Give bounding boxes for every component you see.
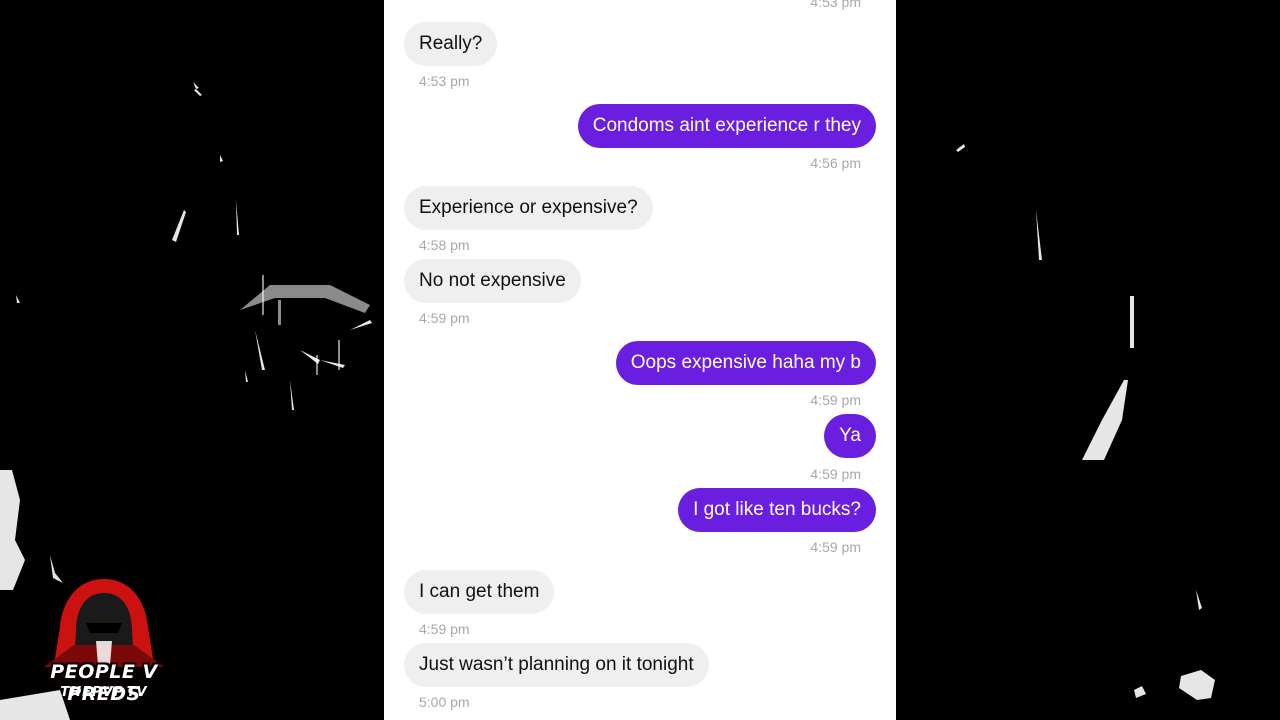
incoming-message[interactable]: Experience or expensive? bbox=[404, 186, 653, 230]
grunge-texture-right bbox=[956, 144, 1215, 700]
watermark-site: THEPVP.TV bbox=[60, 685, 148, 700]
right-backdrop bbox=[896, 0, 1280, 720]
watermark-logo: PEOPLE V PREDS THEPVP.TV bbox=[14, 575, 200, 715]
video-frame: PEOPLE V PREDS THEPVP.TV 4:53 pm Really? 4… bbox=[0, 0, 1280, 720]
message-timestamp: 4:53 pm bbox=[419, 73, 470, 89]
hooded-figure-icon bbox=[44, 579, 164, 667]
outgoing-message[interactable]: Condoms aint experience r they bbox=[577, 104, 876, 148]
message-timestamp: 4:56 pm bbox=[810, 155, 861, 171]
message-timestamp: 4:59 pm bbox=[419, 621, 470, 637]
outgoing-message[interactable]: I got like ten bucks? bbox=[678, 488, 876, 532]
incoming-message[interactable]: Just wasn’t planning on it tonight bbox=[404, 643, 709, 687]
outgoing-message[interactable]: Oops expensive haha my b bbox=[615, 341, 876, 385]
message-timestamp: 5:00 pm bbox=[419, 694, 470, 710]
message-timestamp: 4:53 pm bbox=[810, 0, 861, 10]
message-timestamp: 4:59 pm bbox=[810, 392, 861, 408]
incoming-message[interactable]: I can get them bbox=[404, 570, 555, 614]
chat-panel[interactable]: 4:53 pm Really? 4:53 pm Condoms aint experi… bbox=[384, 0, 896, 720]
message-timestamp: 4:59 pm bbox=[419, 310, 470, 326]
message-timestamp: 4:59 pm bbox=[810, 466, 861, 482]
outgoing-message[interactable]: Ya bbox=[824, 414, 876, 458]
message-timestamp: 4:58 pm bbox=[419, 237, 470, 253]
left-backdrop: PEOPLE V PREDS THEPVP.TV bbox=[0, 0, 384, 720]
message-timestamp: 4:59 pm bbox=[810, 539, 861, 555]
incoming-message[interactable]: Really? bbox=[404, 22, 498, 66]
incoming-message[interactable]: No not expensive bbox=[404, 259, 581, 303]
